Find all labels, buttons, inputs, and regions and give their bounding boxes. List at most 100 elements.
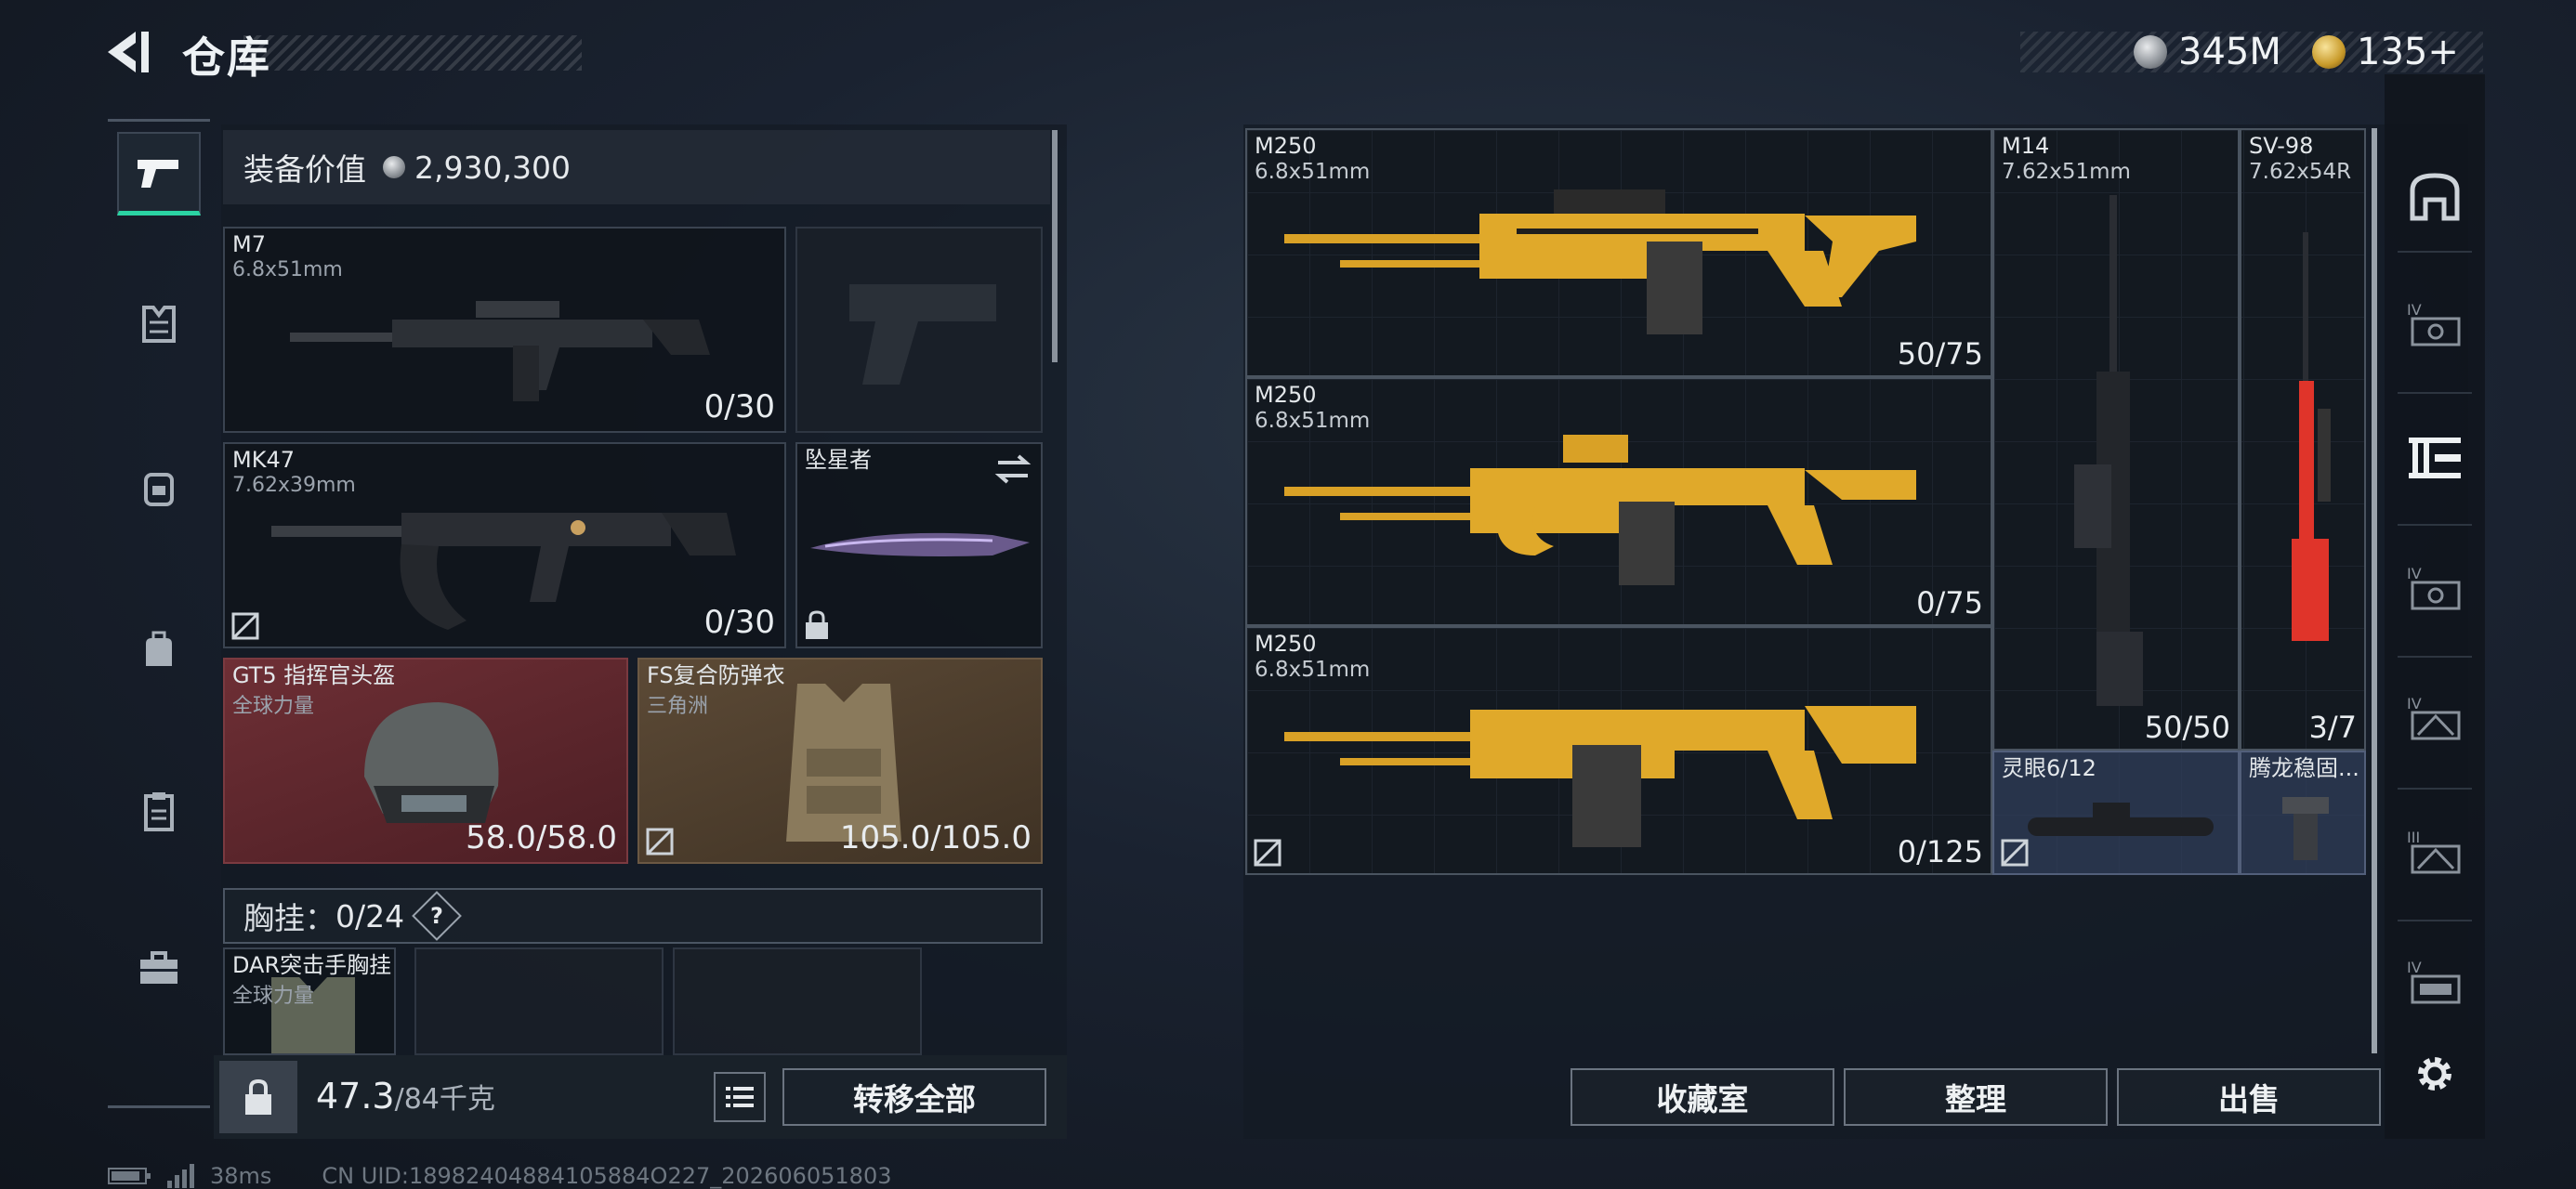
weapon-rack-icon — [2409, 438, 2461, 478]
slot-body-armor[interactable]: FS复合防弹衣 三角洲 105.0/105.0 — [637, 658, 1043, 864]
storage-iv-icon: IV — [2407, 565, 2461, 610]
storage-item[interactable]: M250 6.8x51mm 0/125 — [1245, 626, 1992, 875]
no-trade-icon — [231, 612, 259, 640]
gold-amount: 135+ — [2357, 31, 2459, 73]
page-title: 仓库 — [182, 33, 271, 83]
no-trade-icon — [646, 828, 674, 856]
nav-toolbox[interactable] — [117, 925, 201, 1009]
durability: 105.0/105.0 — [839, 819, 1032, 856]
storage-item[interactable]: 腾龙稳固... — [2240, 751, 2366, 875]
item-name: DAR突击手胸挂 — [232, 952, 392, 978]
machine-gun-image — [1284, 435, 1916, 585]
rig-capacity: 0/24 — [335, 897, 405, 934]
slot-chest-rig[interactable]: DAR突击手胸挂 全球力量 — [223, 947, 396, 1055]
tab-separator — [2398, 920, 2472, 921]
machine-gun-image — [1284, 706, 1916, 847]
collection-room-button[interactable]: 收藏室 — [1571, 1068, 1834, 1126]
ammo-count: 50/75 — [1897, 336, 1983, 372]
ammo-count: 0/75 — [1916, 585, 1983, 621]
tab-separator — [2398, 788, 2472, 790]
storage-item[interactable]: M14 7.62x51mm 50/50 — [1992, 128, 2240, 751]
transfer-all-button[interactable]: 转移全部 — [782, 1068, 1046, 1126]
storage-iv-icon: IV — [2407, 959, 2461, 1004]
durability: 58.0/58.0 — [466, 819, 617, 856]
item-caliber: 6.8x51mm — [232, 258, 343, 281]
list-icon — [726, 1087, 754, 1107]
no-trade-icon — [2001, 839, 2029, 867]
nav-bag[interactable] — [117, 608, 201, 691]
tab-weapon-rack[interactable] — [2394, 416, 2476, 498]
vault-icon — [2410, 173, 2460, 221]
slot-weapon-2[interactable]: MK47 7.62x39mm 0/30 — [223, 442, 786, 648]
rifle-vertical-image — [2074, 195, 2143, 706]
svg-text:IV: IV — [2407, 565, 2422, 582]
item-caliber: 7.62x51mm — [2002, 160, 2131, 184]
slot-helmet[interactable]: GT5 指挥官头盔 全球力量 58.0/58.0 — [223, 658, 628, 864]
tab-vault[interactable] — [2394, 156, 2476, 238]
lock-icon — [806, 610, 828, 639]
no-trade-icon — [1254, 839, 1281, 867]
storage-item[interactable]: M250 6.8x51mm 50/75 — [1245, 128, 1992, 377]
nav-armor[interactable] — [117, 282, 201, 366]
gold-currency[interactable]: 135+ — [2312, 28, 2459, 76]
swap-icon[interactable] — [994, 453, 1032, 485]
nav-weapons[interactable] — [117, 132, 201, 216]
status-footer: 38ms CN UID:18982404884105884O227_202606… — [108, 1163, 892, 1189]
sort-button[interactable]: 整理 — [1844, 1068, 2108, 1126]
battery-icon — [108, 1168, 151, 1184]
gear-icon — [2418, 1057, 2451, 1091]
storage-scrollbar[interactable] — [2372, 128, 2377, 1053]
pistol-icon — [138, 159, 178, 188]
svg-text:III: III — [2407, 829, 2420, 846]
svg-text:IV: IV — [2407, 695, 2422, 712]
settings-button[interactable] — [2394, 1033, 2476, 1115]
storage-item[interactable]: SV-98 7.62x54R 3/7 — [2240, 128, 2366, 751]
uid-text: CN UID:18982404884105884O227_20260605180… — [322, 1163, 892, 1189]
storage-item[interactable]: M250 6.8x51mm 0/75 — [1245, 377, 1992, 626]
nav-helmet-backpack[interactable] — [117, 446, 201, 529]
item-name: GT5 指挥官头盔 — [232, 662, 396, 688]
tab-storage-1[interactable]: IV — [2394, 284, 2476, 366]
ping-value: 38ms — [210, 1163, 272, 1189]
loadout-value-bar: 装备价值 2,930,300 — [223, 130, 1050, 204]
sniper-rifle-image — [2292, 232, 2331, 641]
loadout-scrollbar[interactable] — [1052, 130, 1058, 362]
silver-currency[interactable]: 345M — [2134, 28, 2281, 76]
back-button[interactable] — [104, 26, 156, 78]
gold-coin-icon — [2312, 35, 2346, 69]
tab-storage-5[interactable]: IV — [2394, 942, 2476, 1024]
tab-storage-2[interactable]: IV — [2394, 548, 2476, 630]
slot-primary-weapon[interactable]: M7 6.8x51mm 0/30 — [223, 227, 786, 433]
slot-melee[interactable]: 坠星者 — [795, 442, 1043, 648]
weight-current: 47.3 — [316, 1076, 395, 1117]
pistol-silhouette-icon — [849, 284, 996, 385]
item-caliber: 7.62x39mm — [232, 474, 356, 497]
tab-separator — [2398, 251, 2472, 253]
item-faction: 全球力量 — [232, 695, 315, 718]
title-stripe — [243, 35, 582, 71]
item-name: M250 — [1255, 382, 1317, 408]
rig-empty-slot[interactable] — [414, 947, 664, 1055]
value-label: 装备价值 — [243, 151, 366, 188]
rig-empty-slot[interactable] — [673, 947, 922, 1055]
value-amount: 2,930,300 — [414, 149, 571, 186]
carry-weight: 47.3/84千克 — [316, 1076, 495, 1117]
sell-button[interactable]: 出售 — [2117, 1068, 2381, 1126]
list-view-button[interactable] — [714, 1072, 766, 1122]
help-icon[interactable]: ? — [412, 891, 462, 941]
storage-item[interactable]: 灵眼6/12 — [1992, 751, 2240, 875]
clipboard-icon — [144, 792, 174, 831]
scope-image — [2028, 803, 2214, 836]
backpack-icon — [144, 473, 174, 506]
knife-image — [810, 532, 1030, 556]
silver-coin-icon — [2134, 35, 2167, 69]
silver-coin-icon — [383, 156, 405, 178]
slot-secondary-weapon[interactable] — [795, 227, 1043, 433]
back-arrow-icon — [108, 32, 149, 72]
item-caliber: 7.62x54R — [2249, 160, 2352, 184]
nav-clipboard[interactable] — [117, 769, 201, 853]
item-caliber: 6.8x51mm — [1255, 409, 1371, 433]
tab-storage-4[interactable]: III — [2394, 812, 2476, 894]
tab-storage-3[interactable]: IV — [2394, 678, 2476, 760]
lock-button[interactable] — [219, 1061, 297, 1133]
